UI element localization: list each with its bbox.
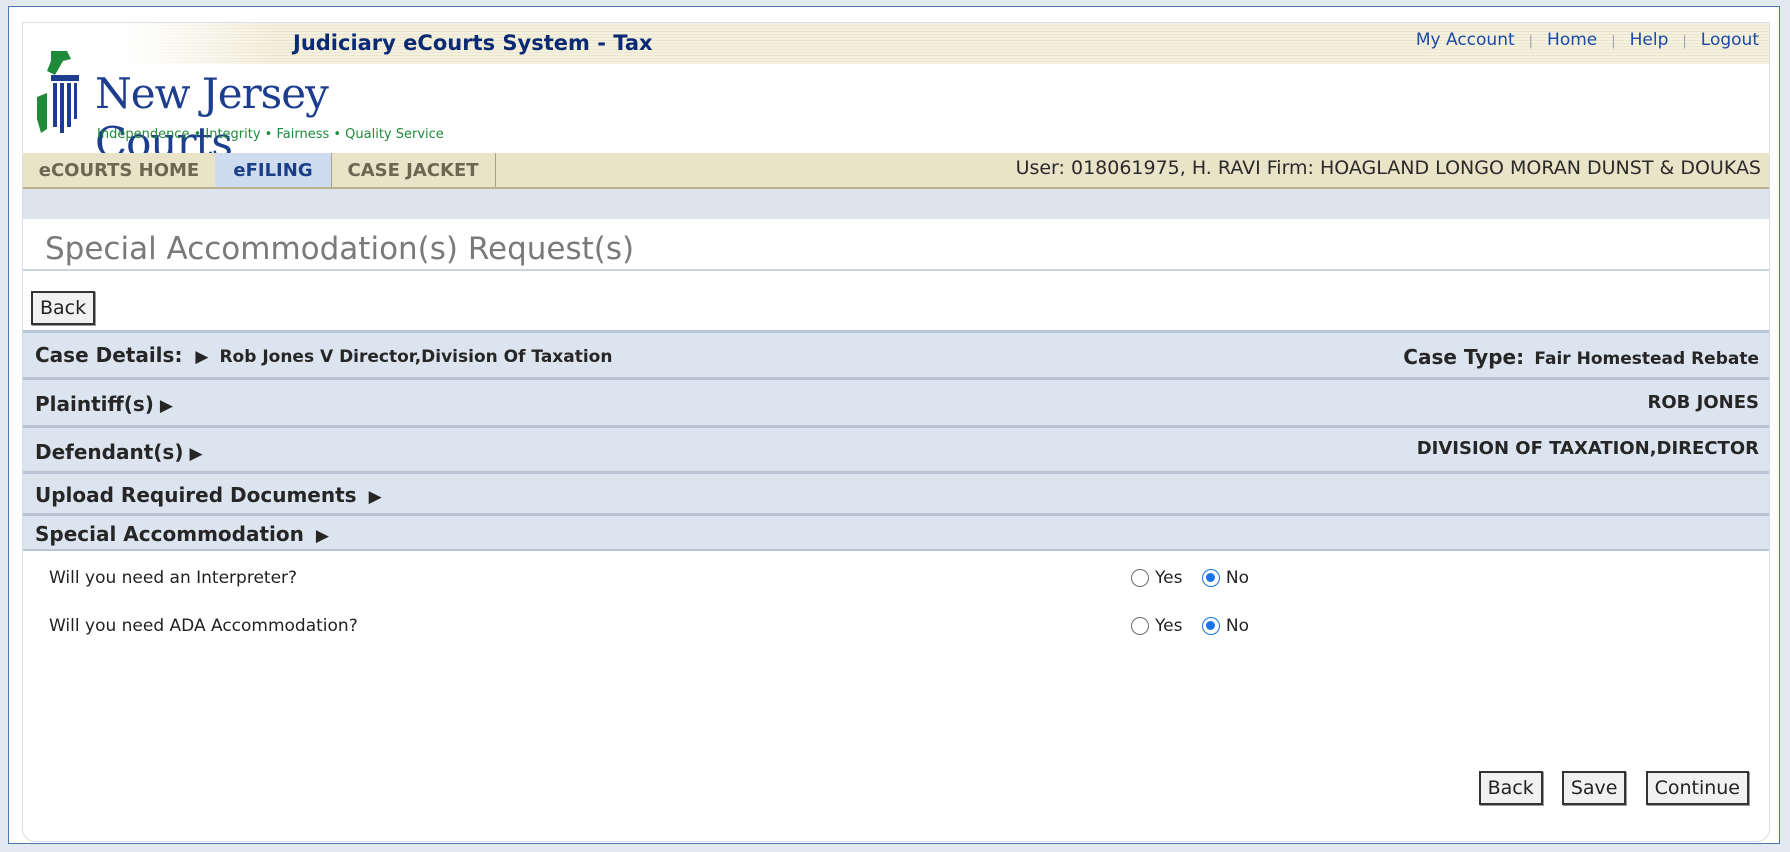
tab-ecourts-home[interactable]: eCOURTS HOME: [23, 153, 216, 187]
ada-yes-label: Yes: [1155, 616, 1183, 636]
interpreter-yes-label: Yes: [1155, 568, 1183, 588]
interpreter-yes-radio[interactable]: [1131, 569, 1149, 587]
courthouse-emblem-icon: [37, 51, 79, 133]
expand-arrow-icon[interactable]: ▶: [195, 347, 208, 367]
expand-arrow-icon[interactable]: ▶: [369, 487, 382, 507]
help-link[interactable]: Help: [1630, 30, 1669, 50]
special-accommodation-section[interactable]: Special Accommodation ▶: [23, 513, 1769, 551]
continue-button[interactable]: Continue: [1645, 771, 1749, 805]
back-button-top[interactable]: Back: [31, 291, 96, 325]
ada-radio-group: Yes No: [1131, 616, 1263, 636]
expand-arrow-icon[interactable]: ▶: [160, 396, 173, 416]
case-details-value: Rob Jones V Director,Division Of Taxatio…: [219, 347, 613, 367]
main-tabs: eCOURTS HOME eFILING CASE JACKET User: 0…: [23, 153, 1769, 189]
interpreter-radio-group: Yes No: [1131, 568, 1263, 588]
defendant-name: DIVISION OF TAXATION,DIRECTOR: [1416, 438, 1759, 459]
logout-link[interactable]: Logout: [1701, 30, 1759, 50]
expand-arrow-icon[interactable]: ▶: [189, 444, 202, 464]
back-button[interactable]: Back: [1478, 771, 1543, 805]
plaintiffs-section[interactable]: Plaintiff(s) ▶ ROB JONES: [23, 377, 1769, 425]
form-actions: Back Save Continue: [1465, 771, 1749, 805]
sub-nav-strip: [23, 189, 1769, 219]
top-links: My Account | Home | Help | Logout: [1415, 30, 1759, 50]
case-type-value: Fair Homestead Rebate: [1534, 349, 1759, 369]
nj-courts-logo: New Jersey Courts Independence • Integri…: [33, 49, 453, 167]
upload-documents-label: Upload Required Documents: [35, 483, 357, 507]
interpreter-question: Will you need an Interpreter?: [49, 568, 298, 588]
case-details-label: Case Details:: [35, 343, 183, 367]
ada-question: Will you need ADA Accommodation?: [49, 616, 358, 636]
tab-case-jacket[interactable]: CASE JACKET: [331, 153, 496, 187]
home-link[interactable]: Home: [1547, 30, 1597, 50]
interpreter-no-radio[interactable]: [1201, 569, 1220, 587]
user-firm-info: User: 018061975, H. RAVI Firm: HOAGLAND …: [1015, 157, 1761, 179]
plaintiff-name: ROB JONES: [1647, 392, 1759, 413]
system-title: Judiciary eCourts System - Tax: [293, 31, 653, 55]
plaintiffs-label: Plaintiff(s): [35, 392, 154, 416]
ada-no-radio[interactable]: [1201, 617, 1220, 635]
case-details-section[interactable]: Case Details: ▶ Rob Jones V Director,Div…: [23, 330, 1769, 377]
logo-tagline: Independence • Integrity • Fairness • Qu…: [97, 127, 444, 142]
my-account-link[interactable]: My Account: [1416, 30, 1515, 50]
title-divider: [23, 269, 1769, 271]
page-container: Judiciary eCourts System - Tax My Accoun…: [23, 23, 1769, 841]
special-accommodation-label: Special Accommodation: [35, 522, 304, 546]
tab-efiling[interactable]: eFILING: [215, 153, 332, 187]
case-type-label: Case Type:: [1403, 345, 1525, 369]
save-button[interactable]: Save: [1561, 771, 1627, 805]
expand-arrow-icon[interactable]: ▶: [316, 526, 329, 546]
upload-documents-section[interactable]: Upload Required Documents ▶: [23, 471, 1769, 513]
defendants-section[interactable]: Defendant(s) ▶ DIVISION OF TAXATION,DIREC…: [23, 425, 1769, 471]
ada-yes-radio[interactable]: [1131, 617, 1149, 635]
interpreter-no-label: No: [1225, 568, 1249, 588]
app-frame: Judiciary eCourts System - Tax My Accoun…: [8, 6, 1780, 844]
defendants-label: Defendant(s): [35, 440, 184, 464]
ada-no-label: No: [1225, 616, 1249, 636]
page-title: Special Accommodation(s) Request(s): [45, 231, 635, 267]
